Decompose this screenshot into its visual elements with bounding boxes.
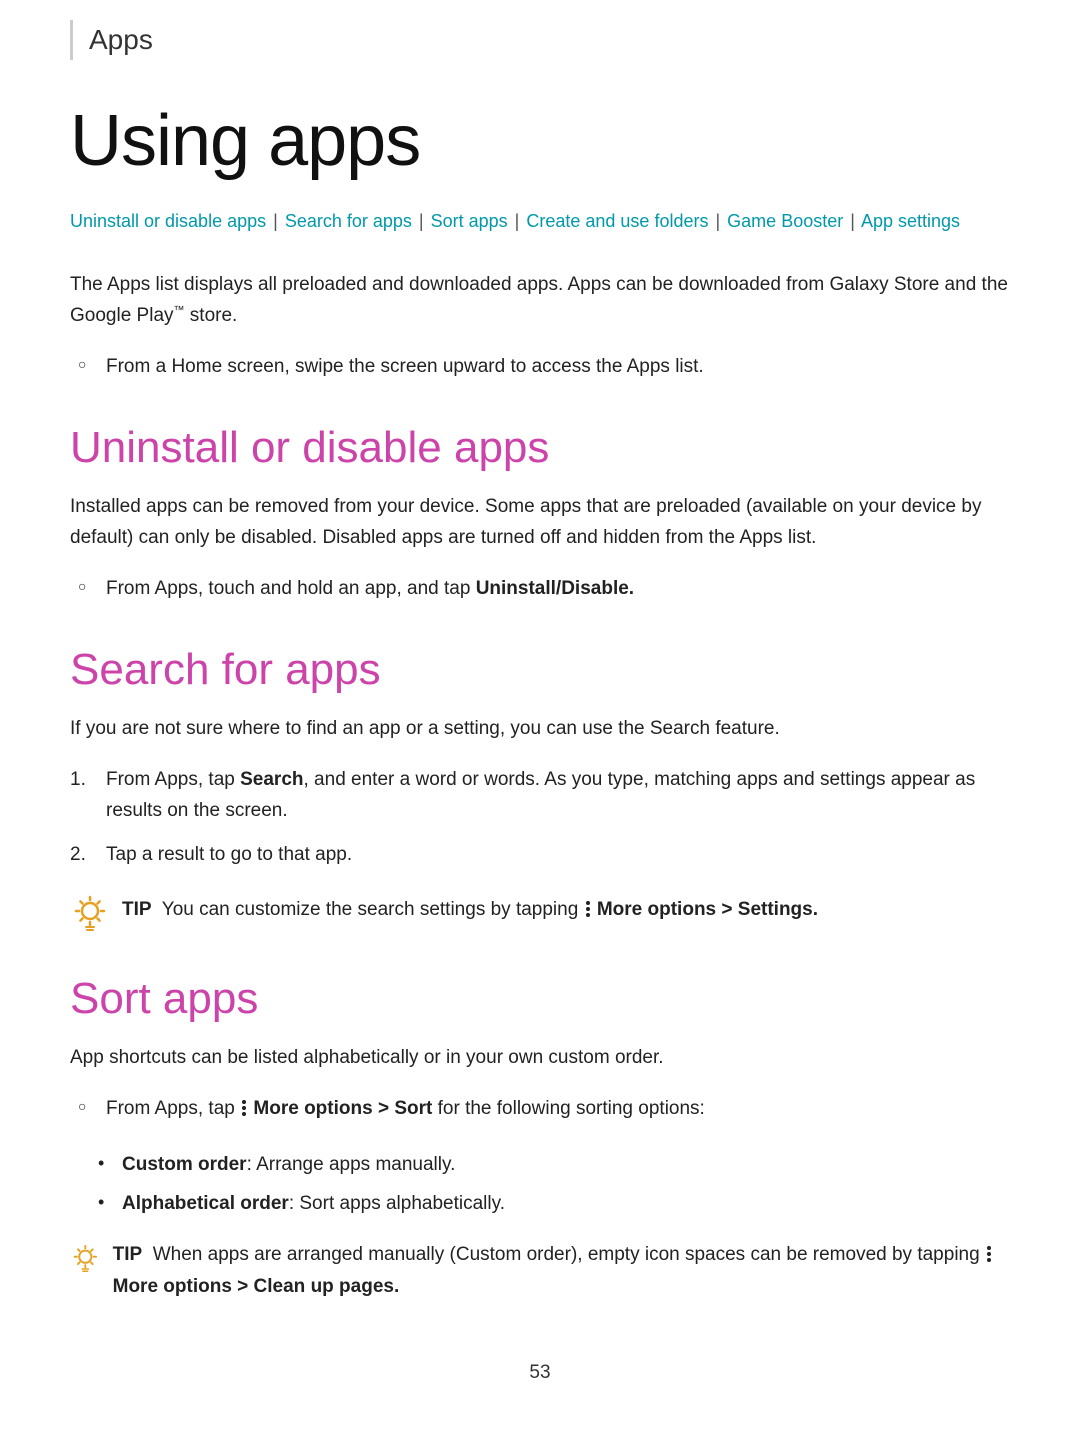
- page-title: Using apps: [70, 100, 1010, 182]
- search-paragraph: If you are not sure where to find an app…: [70, 713, 1010, 744]
- breadcrumb-text: Apps: [89, 24, 153, 55]
- toc-link-search[interactable]: Search for apps: [285, 211, 412, 231]
- sort-tip-bold: More options > Clean up pages.: [113, 1276, 400, 1297]
- more-options-dots-icon-sort-tip: [987, 1246, 991, 1262]
- sort-tip-text: TIP When apps are arranged manually (Cus…: [113, 1239, 1010, 1302]
- sort-tip-box: TIP When apps are arranged manually (Cus…: [70, 1239, 1010, 1302]
- page-number: 53: [70, 1362, 1010, 1384]
- intro-paragraph: The Apps list displays all preloaded and…: [70, 269, 1010, 332]
- tip-lightbulb-icon: [70, 894, 110, 934]
- breadcrumb: Apps: [70, 20, 1010, 60]
- sort-bullet-item: From Apps, tap More options > Sort for t…: [70, 1093, 1010, 1124]
- uninstall-bullet-item: From Apps, touch and hold an app, and ta…: [70, 573, 1010, 604]
- custom-order-bold: Custom order: [122, 1154, 247, 1175]
- section-heading-search: Search for apps: [70, 645, 1010, 695]
- uninstall-paragraph: Installed apps can be removed from your …: [70, 491, 1010, 554]
- section-heading-sort: Sort apps: [70, 974, 1010, 1024]
- toc-link-folders[interactable]: Create and use folders: [526, 211, 708, 231]
- sort-sub-bullet-list: Custom order: Arrange apps manually. Alp…: [70, 1149, 1010, 1220]
- section-heading-uninstall: Uninstall or disable apps: [70, 423, 1010, 473]
- tip-lightbulb-icon-sort: [70, 1239, 101, 1279]
- uninstall-bold: Uninstall/Disable.: [476, 578, 634, 599]
- search-step-2: 2. Tap a result to go to that app.: [70, 839, 1010, 870]
- toc-link-uninstall[interactable]: Uninstall or disable apps: [70, 211, 266, 231]
- search-numbered-list: 1. From Apps, tap Search, and enter a wo…: [70, 764, 1010, 870]
- sort-bullet-list: From Apps, tap More options > Sort for t…: [70, 1093, 1010, 1124]
- page-container: Apps Using apps Uninstall or disable app…: [0, 0, 1080, 1444]
- sort-more-options-bold: More options > Sort: [253, 1098, 432, 1119]
- uninstall-bullet-list: From Apps, touch and hold an app, and ta…: [70, 573, 1010, 604]
- more-options-dots-icon-sort: [242, 1100, 246, 1116]
- search-tip-bold: More options > Settings.: [597, 899, 818, 920]
- intro-bullet-item: From a Home screen, swipe the screen upw…: [70, 351, 1010, 382]
- alpha-order-bold: Alphabetical order: [122, 1193, 289, 1214]
- sort-sub-item-custom: Custom order: Arrange apps manually.: [70, 1149, 1010, 1180]
- toc-link-sort[interactable]: Sort apps: [431, 211, 508, 231]
- sort-paragraph: App shortcuts can be listed alphabetical…: [70, 1042, 1010, 1073]
- intro-bullet-list: From a Home screen, swipe the screen upw…: [70, 351, 1010, 382]
- search-step-1: 1. From Apps, tap Search, and enter a wo…: [70, 764, 1010, 827]
- search-tip-box: TIP You can customize the search setting…: [70, 894, 1010, 934]
- toc-link-gamebooster[interactable]: Game Booster: [727, 211, 843, 231]
- toc-links: Uninstall or disable apps | Search for a…: [70, 206, 1010, 237]
- search-tip-text: TIP You can customize the search setting…: [122, 894, 818, 925]
- more-options-dots-icon: [586, 901, 590, 917]
- search-bold-search: Search: [240, 769, 303, 790]
- toc-link-appsettings[interactable]: App settings: [861, 211, 960, 231]
- sort-sub-item-alpha: Alphabetical order: Sort apps alphabetic…: [70, 1188, 1010, 1219]
